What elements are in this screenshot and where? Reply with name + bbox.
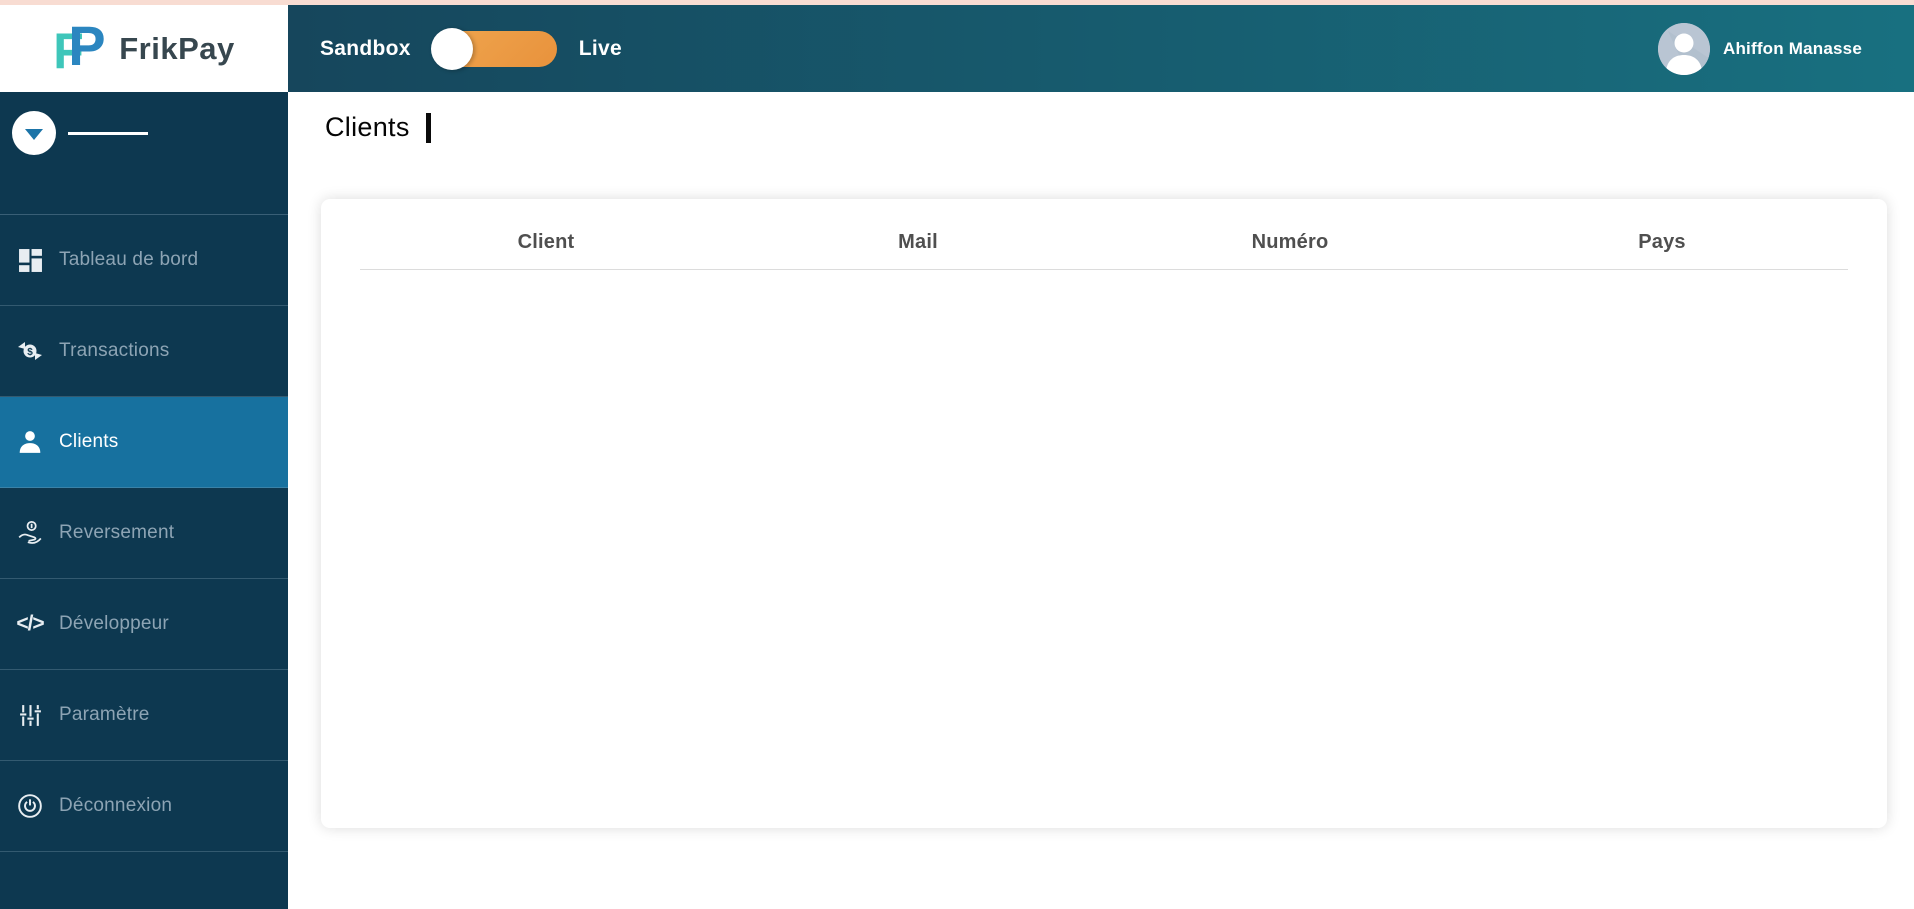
user-menu[interactable]: Ahiffon Manasse [1657, 22, 1862, 75]
sidebar-item-label: Clients [59, 431, 119, 452]
clients-icon [14, 429, 46, 455]
app-root: F P FrikPay Sandbox Live Ahiffon Manasse… [0, 0, 1914, 909]
main-content: Clients Client Mail Numéro Pays [288, 92, 1914, 909]
brand-logo[interactable]: F P FrikPay [0, 5, 288, 92]
header: F P FrikPay Sandbox Live Ahiffon Manasse [0, 5, 1914, 92]
developer-icon: </> [16, 612, 44, 635]
sidebar-item-label: Paramètre [59, 704, 150, 725]
sidebar-item-clients[interactable]: Clients [0, 397, 288, 488]
column-header-numero: Numéro [1104, 211, 1476, 270]
sidebar-item-label: Transactions [59, 340, 170, 361]
title-cursor-bar [425, 112, 431, 143]
live-label: Live [578, 36, 623, 60]
avatar-person-icon [1657, 22, 1710, 75]
sidebar-item-reversement[interactable]: Reversement [0, 488, 288, 579]
page-title-row: Clients [325, 112, 431, 143]
environment-toggle[interactable] [430, 27, 557, 70]
brand-name: FrikPay [119, 30, 235, 66]
svg-text:$: $ [27, 347, 33, 358]
clients-table: Client Mail Numéro Pays [360, 211, 1848, 270]
sidebar-item-label: Déconnexion [59, 795, 173, 816]
sidebar-item-developpeur[interactable]: </> Développeur [0, 579, 288, 670]
dashboard-icon [14, 248, 46, 273]
user-name: Ahiffon Manasse [1722, 38, 1862, 58]
sidebar-account-block [0, 92, 288, 215]
column-header-mail: Mail [732, 211, 1104, 270]
table-header-row: Client Mail Numéro Pays [360, 211, 1848, 270]
column-header-client: Client [360, 211, 732, 270]
sidebar-item-transactions[interactable]: $ Transactions [0, 306, 288, 397]
content-row: Tableau de bord $ Transactions Clients R… [0, 92, 1914, 909]
sidebar-item-label: Développeur [59, 613, 169, 634]
sidebar: Tableau de bord $ Transactions Clients R… [0, 92, 288, 909]
sidebar-item-label: Reversement [59, 522, 175, 543]
column-header-pays: Pays [1476, 211, 1848, 270]
topbar: Sandbox Live Ahiffon Manasse [288, 5, 1914, 92]
logout-icon [14, 793, 46, 819]
clients-table-card: Client Mail Numéro Pays [321, 199, 1887, 828]
sidebar-item-tableau-de-bord[interactable]: Tableau de bord [0, 215, 288, 306]
sidebar-item-deconnexion[interactable]: Déconnexion [0, 761, 288, 852]
account-dropdown-button[interactable] [12, 111, 56, 155]
settings-icon [14, 703, 46, 728]
logo-letter-p: P [68, 13, 106, 77]
chevron-down-icon [25, 129, 43, 140]
sandbox-label: Sandbox [320, 36, 411, 60]
sidebar-item-label: Tableau de bord [59, 249, 199, 270]
toggle-knob[interactable] [430, 27, 473, 70]
frikpay-logo-icon: F P [53, 13, 106, 80]
sidebar-item-parametre[interactable]: Paramètre [0, 670, 288, 761]
payout-icon [14, 520, 46, 546]
user-avatar[interactable] [1657, 22, 1710, 75]
page-title: Clients [325, 112, 410, 142]
account-placeholder-line [68, 132, 148, 135]
transactions-icon: $ [14, 339, 46, 363]
